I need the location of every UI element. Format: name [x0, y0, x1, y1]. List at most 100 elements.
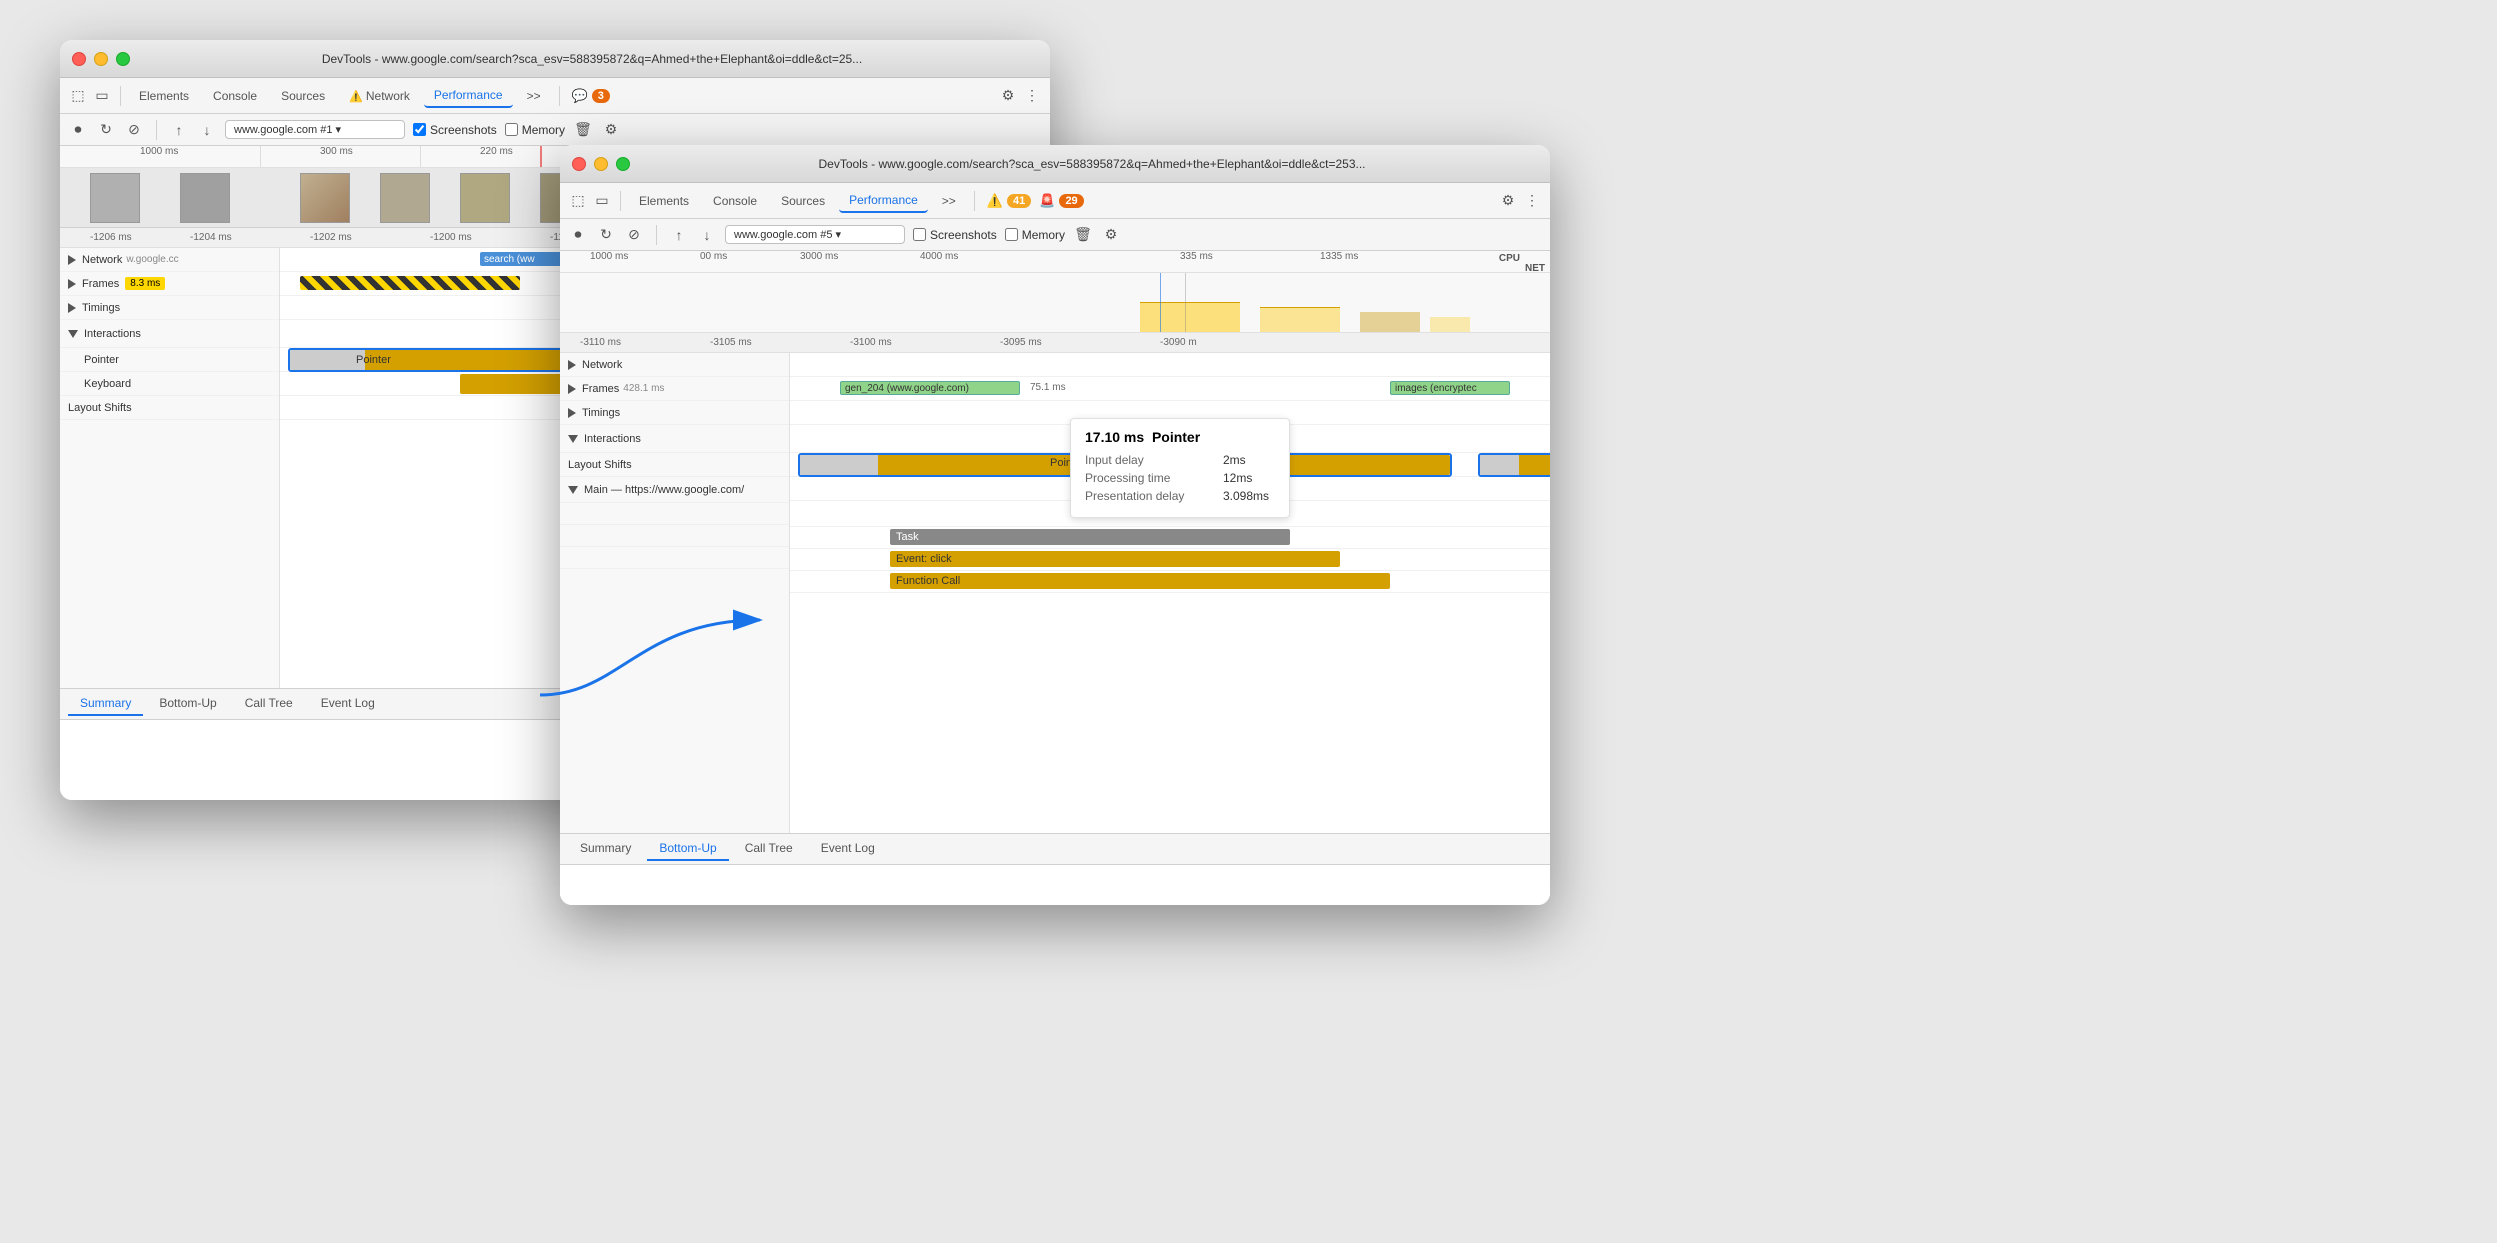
btab-summary-1[interactable]: Summary [68, 692, 143, 716]
tab-sources-2[interactable]: Sources [771, 190, 835, 212]
memory-check-1[interactable] [505, 123, 518, 136]
btab-bottomup-2[interactable]: Bottom-Up [647, 837, 728, 861]
tab-more-1[interactable]: >> [517, 85, 551, 107]
expand-timings-2-icon [568, 408, 576, 418]
track-task-label [560, 503, 789, 525]
pointer-bar-3[interactable] [1480, 455, 1550, 475]
memory-checkbox-2[interactable]: Memory [1005, 228, 1065, 242]
cpu-minimap-2 [560, 273, 1550, 333]
cursor-icon[interactable]: ⬚ [68, 86, 88, 106]
btab-calltree-1[interactable]: Call Tree [233, 692, 305, 716]
tab-sources-1[interactable]: Sources [271, 85, 335, 107]
upload-icon-1[interactable]: ↑ [169, 120, 189, 140]
tab-more-2[interactable]: >> [932, 190, 966, 212]
track-labels-2: Network Frames 428.1 ms Timings Interact… [560, 353, 790, 833]
tab-elements-2[interactable]: Elements [629, 190, 699, 212]
settings2-icon-2[interactable]: ⚙ [1101, 225, 1121, 245]
memory-check-2[interactable] [1005, 228, 1018, 241]
settings-icon-2[interactable]: ⚙ [1498, 191, 1518, 211]
device-icon-2[interactable]: ▭ [592, 191, 612, 211]
expand-network-2-icon [568, 360, 576, 370]
expand-interactions-icon [68, 330, 78, 338]
separator-3 [620, 191, 621, 211]
trash-icon-2[interactable]: 🗑 [1073, 225, 1093, 245]
minimize-button-2[interactable] [594, 157, 608, 171]
clear-button-2[interactable]: ⊘ [624, 225, 644, 245]
record-button-2[interactable]: ⏺ [568, 225, 588, 245]
screenshots-checkbox-2[interactable]: Screenshots [913, 228, 997, 242]
frames-bar-1 [300, 276, 520, 290]
track-keyboard-label[interactable]: Keyboard [60, 372, 279, 396]
track-network-label[interactable]: Network w.google.cc [60, 248, 279, 272]
btab-calltree-2[interactable]: Call Tree [733, 837, 805, 861]
thumb-2 [180, 173, 230, 223]
track-frames-label-2[interactable]: Frames 428.1 ms [560, 377, 789, 401]
reload-button-2[interactable]: ↻ [596, 225, 616, 245]
memory-checkbox-1[interactable]: Memory [505, 123, 565, 137]
expand-frames-2-icon [568, 384, 576, 394]
cursor-icon-2[interactable]: ⬚ [568, 191, 588, 211]
minimize-button-1[interactable] [94, 52, 108, 66]
maximize-button-1[interactable] [116, 52, 130, 66]
more-icon-1[interactable]: ⋮ [1022, 86, 1042, 106]
more-icon-2[interactable]: ⋮ [1522, 191, 1542, 211]
screenshots-check-1[interactable] [413, 123, 426, 136]
devtools-window-2[interactable]: DevTools - www.google.com/search?sca_esv… [560, 145, 1550, 905]
device-icon[interactable]: ▭ [92, 86, 112, 106]
separator-1 [120, 86, 121, 106]
btab-bottomup-1[interactable]: Bottom-Up [147, 692, 228, 716]
reload-button-1[interactable]: ↻ [96, 120, 116, 140]
track-network-label-2[interactable]: Network [560, 353, 789, 377]
address-row-1: ⏺ ↻ ⊘ ↑ ↓ www.google.com #1 ▾ Screenshot… [60, 114, 1050, 146]
tab-console-1[interactable]: Console [203, 85, 267, 107]
track-func-label [560, 547, 789, 569]
traffic-lights-2 [572, 157, 630, 171]
maximize-button-2[interactable] [616, 157, 630, 171]
task-bar-1: Task [890, 529, 1290, 545]
track-content-2: gen_204 (www.google.com) images (encrypt… [790, 353, 1550, 833]
tab-performance-2[interactable]: Performance [839, 189, 928, 213]
upload-icon-2[interactable]: ↑ [669, 225, 689, 245]
track-timings-label-2[interactable]: Timings [560, 401, 789, 425]
frames-bar-gen204: gen_204 (www.google.com) [840, 381, 1020, 395]
trash-icon-1[interactable]: 🗑 [573, 120, 593, 140]
titlebar-2: DevTools - www.google.com/search?sca_esv… [560, 145, 1550, 183]
track-layout-shifts-label-2[interactable]: Layout Shifts [560, 453, 789, 477]
tab-network-1[interactable]: Network [339, 85, 420, 107]
btab-summary-2[interactable]: Summary [568, 837, 643, 861]
settings-icon-1[interactable]: ⚙ [998, 86, 1018, 106]
close-button-2[interactable] [572, 157, 586, 171]
net-label-2: NET [1525, 263, 1545, 273]
track-timings-label[interactable]: Timings [60, 296, 279, 320]
tab-elements-1[interactable]: Elements [129, 85, 199, 107]
track-main-label-2[interactable]: Main — https://www.google.com/ [560, 477, 789, 503]
tab-performance-1[interactable]: Performance [424, 84, 513, 108]
screenshots-checkbox-1[interactable]: Screenshots [413, 123, 497, 137]
track-interactions-label-2[interactable]: Interactions [560, 425, 789, 453]
download-icon-1[interactable]: ↓ [197, 120, 217, 140]
btab-eventlog-1[interactable]: Event Log [309, 692, 387, 716]
clear-button-1[interactable]: ⊘ [124, 120, 144, 140]
record-button-1[interactable]: ⏺ [68, 120, 88, 140]
network-track-row-2 [790, 353, 1550, 377]
btab-eventlog-2[interactable]: Event Log [809, 837, 887, 861]
bottom-content-2 [560, 865, 1550, 905]
event-click-bar: Event: click [890, 551, 1340, 567]
address-bar-1[interactable]: www.google.com #1 ▾ [225, 120, 405, 139]
thumb-4 [380, 173, 430, 223]
expand-frames-icon [68, 279, 76, 289]
download-icon-2[interactable]: ↓ [697, 225, 717, 245]
close-button-1[interactable] [72, 52, 86, 66]
function-call-bar: Function Call [890, 573, 1390, 589]
screenshots-check-2[interactable] [913, 228, 926, 241]
address-bar-2[interactable]: www.google.com #5 ▾ [725, 225, 905, 244]
window-title-1: DevTools - www.google.com/search?sca_esv… [146, 52, 1038, 66]
track-frames-label[interactable]: Frames 8.3 ms [60, 272, 279, 296]
track-interactions-label[interactable]: Interactions [60, 320, 279, 348]
task-row: Task [790, 527, 1550, 549]
track-pointer-label[interactable]: Pointer [60, 348, 279, 372]
settings2-icon-1[interactable]: ⚙ [601, 120, 621, 140]
tab-console-2[interactable]: Console [703, 190, 767, 212]
thumb-1 [90, 173, 140, 223]
track-layout-shifts-label[interactable]: Layout Shifts [60, 396, 279, 420]
